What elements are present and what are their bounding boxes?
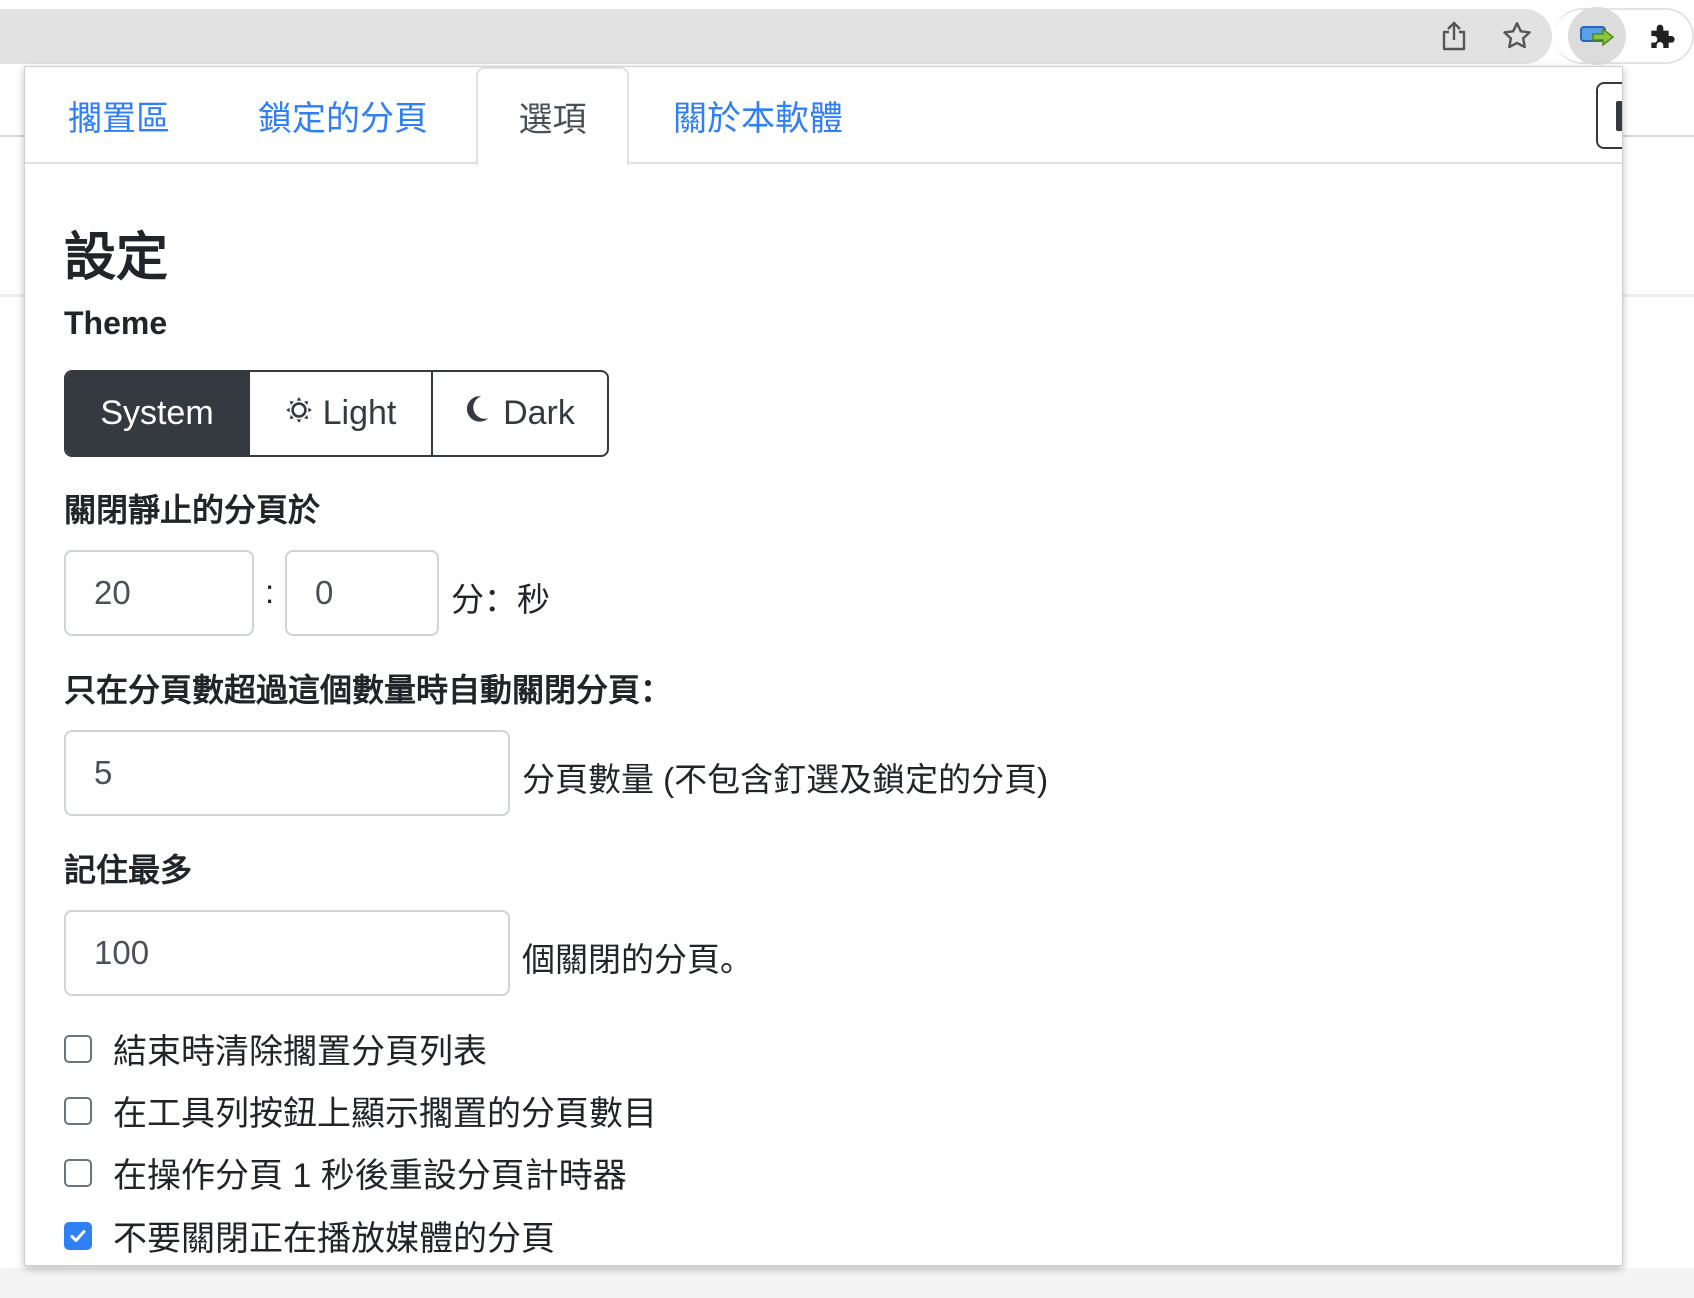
input-value: 20 [94,574,131,611]
checkbox-label: 在操作分頁 1 秒後重設分頁計時器 [113,1157,627,1195]
page-background [0,1268,1694,1298]
theme-dark-button[interactable]: Dark [431,372,607,455]
min-tabs-label: 只在分頁數超過這個數量時自動關閉分頁： [64,672,673,708]
tab-options[interactable]: 選項 [476,67,629,166]
idle-units-text: 分：秒 [451,581,550,618]
idle-minutes-input[interactable]: 20 [64,550,254,636]
checkbox[interactable] [64,1158,92,1187]
checkbox-show-badge-count[interactable]: 在工具列按鈕上顯示擱置的分頁數目 [64,1086,657,1135]
remember-count-input[interactable]: 100 [64,910,510,996]
checkbox-skip-media-tabs[interactable]: 不要關閉正在播放媒體的分頁 [64,1211,555,1260]
idle-timeout-label: 關閉靜止的分頁於 [64,492,321,528]
page-background [0,137,24,297]
sidebar-toggle-button[interactable] [1596,82,1622,149]
tab-label: 選項 [518,101,587,139]
checkbox-label: 在工具列按鈕上顯示擱置的分頁數目 [113,1095,657,1133]
remember-suffix: 個關閉的分頁。 [522,941,753,978]
button-label: Light [322,394,397,432]
address-bar[interactable] [0,9,1552,64]
input-value: 0 [315,574,334,611]
checkbox[interactable] [64,1034,92,1063]
star-icon[interactable] [1497,16,1537,56]
tab-label: 鎖定的分頁 [258,100,428,138]
tab-parked[interactable]: 擱置區 [68,67,170,164]
tab-about[interactable]: 關於本軟體 [673,67,843,164]
idle-seconds-input[interactable]: 0 [285,550,439,636]
page-background [1620,137,1694,297]
page-title: 設定 [64,229,169,287]
theme-system-button[interactable]: System [66,372,248,455]
theme-label: Theme [64,305,168,341]
share-icon[interactable] [1434,16,1474,56]
tab-bar: 擱置區 鎖定的分頁 選項 關於本軟體 [25,67,1622,166]
time-separator: : [265,573,275,610]
button-label: Dark [503,394,575,432]
check-icon [70,1229,86,1242]
checkbox-label: 不要關閉正在播放媒體的分頁 [113,1220,555,1258]
checkbox-label: 結束時清除擱置分頁列表 [113,1033,487,1071]
tab-label: 擱置區 [68,100,170,138]
remember-label: 記住最多 [64,852,193,888]
input-value: 5 [94,754,113,791]
checkbox-checked[interactable] [64,1221,92,1250]
checkbox-clear-on-exit[interactable]: 結束時清除擱置分頁列表 [64,1024,487,1073]
min-tabs-input[interactable]: 5 [64,730,510,816]
input-value: 100 [94,934,150,971]
checkbox-reset-timer[interactable]: 在操作分頁 1 秒後重設分頁計時器 [64,1148,627,1197]
checkbox[interactable] [64,1096,92,1125]
extension-tab-icon[interactable] [1568,7,1626,65]
tab-locked[interactable]: 鎖定的分頁 [258,67,428,164]
tab-label: 關於本軟體 [673,100,843,138]
sun-icon [285,394,313,433]
theme-light-button[interactable]: Light [248,372,431,455]
theme-toggle-group: System Light Dark [64,370,609,457]
puzzle-icon[interactable] [1642,16,1682,56]
moon-icon [465,394,493,433]
min-tabs-suffix: 分頁數量 (不包含釘選及鎖定的分頁) [522,761,1049,798]
button-label: System [100,394,214,432]
extension-popup: 擱置區 鎖定的分頁 選項 關於本軟體 設定 Theme System Light… [24,66,1623,1266]
